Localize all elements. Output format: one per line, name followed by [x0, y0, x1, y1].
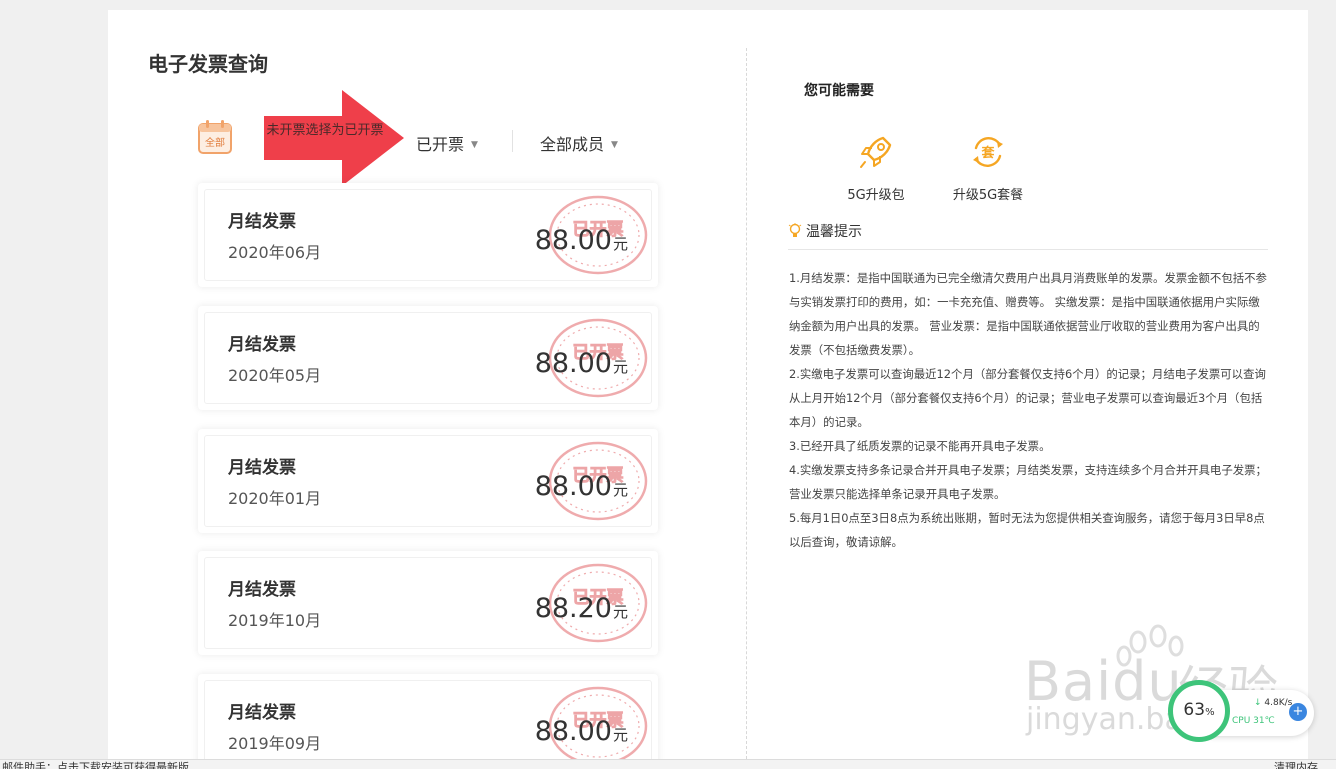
suggestions-title: 您可能需要	[804, 83, 874, 99]
all-filter-label: 全部	[205, 136, 225, 149]
filter-separator	[512, 130, 513, 152]
invoice-amount: 88.00元	[534, 348, 628, 379]
invoice-name: 月结发票	[228, 580, 296, 600]
widget-plus-button[interactable]: +	[1289, 703, 1307, 721]
invoice-month: 2019年09月	[228, 734, 322, 753]
red-arrow-annotation	[264, 90, 404, 186]
tip-item: 5.每月1日0点至3日8点为系统出账期，暂时无法为您提供相关查询服务，请您于每月…	[789, 511, 1265, 549]
filter-member-label: 全部成员	[540, 135, 605, 154]
memory-percent: 63%	[1183, 700, 1215, 720]
invoice-month: 2020年05月	[228, 366, 322, 385]
page-title: 电子发票查询	[148, 52, 268, 76]
tips-body: 1.月结发票：是指中国联通为已完全缴清欠费用户出具月消费账单的发票。发票金额不包…	[789, 266, 1269, 554]
all-filter-calendar-icon[interactable]: 全部	[196, 118, 234, 156]
tips-header: 温馨提示	[788, 221, 862, 241]
invoice-card[interactable]: 月结发票 2020年05月 已开票 88.00元	[198, 306, 658, 410]
lightbulb-icon	[788, 223, 802, 237]
download-arrow-icon: ↓	[1254, 698, 1262, 708]
caret-down-icon: ▼	[611, 140, 618, 150]
tips-divider	[788, 249, 1268, 250]
status-left-text[interactable]: 邮件助手：点击下载安装可获得最新版	[2, 761, 189, 769]
tips-title: 温馨提示	[806, 224, 862, 240]
tip-item: 1.月结发票：是指中国联通为已完全缴清欠费用户出具月消费账单的发票。发票金额不包…	[789, 271, 1267, 357]
column-divider	[746, 48, 747, 759]
service-label: 升级5G套餐	[952, 188, 1024, 203]
status-right-text[interactable]: 清理内存	[1274, 761, 1318, 769]
package-glyph: 套	[980, 145, 995, 161]
filter-member-dropdown[interactable]: 全部成员 ▼	[540, 131, 618, 155]
invoice-name: 月结发票	[228, 335, 296, 355]
invoice-card[interactable]: 月结发票 2019年10月 已开票 88.20元	[198, 551, 658, 655]
annotation-text: 未开票选择为已开票	[266, 123, 384, 138]
tip-item: 4.实缴发票支持多条记录合并开具电子发票；月结类发票，支持连续多个月合并开具电子…	[789, 463, 1267, 501]
invoice-amount: 88.00元	[534, 716, 628, 747]
system-monitor-widget[interactable]: 63% ↓ 4.8K/s CPU 31℃ +	[1168, 680, 1318, 746]
filter-status-label: 已开票	[416, 135, 465, 154]
tip-item: 2.实缴电子发票可以查询最近12个月（部分套餐仅支持6个月）的记录；月结电子发票…	[789, 367, 1266, 429]
filter-status-dropdown[interactable]: 已开票 ▼	[416, 131, 478, 155]
invoice-amount: 88.20元	[534, 593, 628, 624]
service-label: 5G升级包	[847, 188, 905, 203]
invoice-card[interactable]: 月结发票 2020年01月 已开票 88.00元	[198, 429, 658, 533]
invoice-month: 2019年10月	[228, 611, 322, 630]
net-speed: ↓ 4.8K/s	[1254, 698, 1293, 708]
invoice-amount: 88.00元	[534, 471, 628, 502]
caret-down-icon: ▼	[471, 140, 478, 150]
invoice-name: 月结发票	[228, 458, 296, 478]
tip-item: 3.已经开具了纸质发票的记录不能再开具电子发票。	[789, 439, 1051, 453]
status-bar: 邮件助手：点击下载安装可获得最新版 清理内存	[0, 759, 1336, 769]
cpu-temp: CPU 31℃	[1232, 716, 1275, 726]
package-icon: 套	[973, 137, 1003, 167]
service-5g-pack[interactable]: 5G升级包	[826, 132, 926, 203]
service-5g-plan[interactable]: 套 升级5G套餐	[938, 132, 1038, 203]
invoice-name: 月结发票	[228, 212, 296, 232]
invoice-card[interactable]: 月结发票 2020年06月 已开票 88.00元	[198, 183, 658, 287]
invoice-card[interactable]: 月结发票 2019年09月 已开票 88.00元	[198, 674, 658, 769]
rocket-icon	[860, 136, 892, 168]
invoice-month: 2020年06月	[228, 243, 322, 262]
invoice-amount: 88.00元	[534, 225, 628, 256]
invoice-month: 2020年01月	[228, 489, 322, 508]
invoice-name: 月结发票	[228, 703, 296, 723]
